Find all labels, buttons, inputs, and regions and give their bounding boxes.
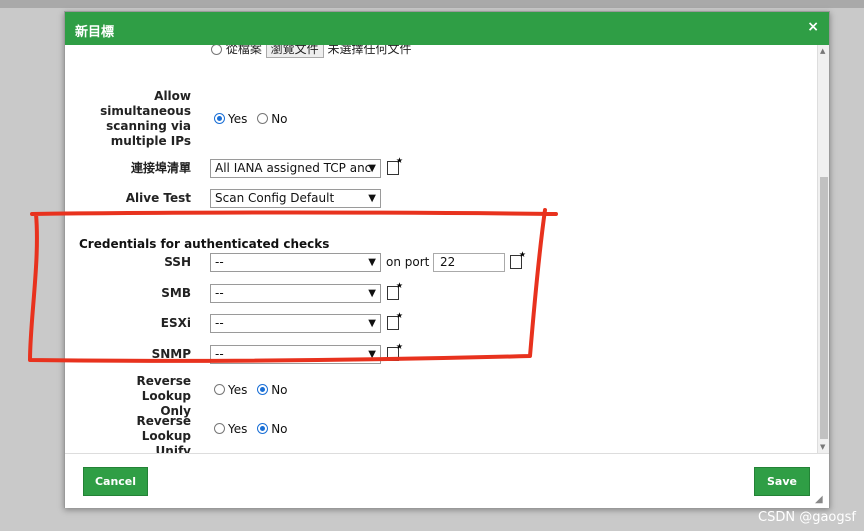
simultaneous-label-line: Allow (154, 89, 191, 103)
esxi-label: ESXi (160, 316, 191, 330)
scroll-up-icon[interactable]: ▲ (820, 47, 825, 55)
new-port-list-icon[interactable] (387, 156, 403, 175)
dropdown-arrow-icon: ▼ (368, 318, 376, 329)
scroll-down-icon[interactable]: ▼ (820, 443, 825, 451)
simultaneous-yes-option[interactable]: Yes (214, 111, 247, 126)
esxi-value: -- (215, 316, 224, 330)
new-esxi-credential-icon[interactable] (387, 311, 403, 330)
no-label: No (271, 111, 288, 126)
reverse-lookup-unify-label-line: Reverse Lookup (136, 414, 191, 443)
simultaneous-label-line: multiple IPs (110, 134, 191, 148)
ssh-label: SSH (164, 255, 191, 269)
dropdown-arrow-icon: ▼ (368, 193, 376, 204)
no-label: No (271, 421, 288, 436)
reverse-lookup-unify-yes-option[interactable]: Yes (214, 421, 247, 436)
new-target-dialog: 新目標 × 從檔案 瀏覽文件 未選擇任何文件 Allow simultaneou… (64, 11, 830, 508)
from-file-row: 從檔案 瀏覽文件 未選擇任何文件 (211, 45, 412, 58)
radio-icon[interactable] (214, 384, 225, 395)
dropdown-arrow-icon: ▼ (368, 349, 376, 360)
simultaneous-radio-group: Yes No (214, 111, 294, 126)
simultaneous-label: Allow simultaneous scanning via multiple… (85, 89, 191, 149)
simultaneous-label-line: scanning via (106, 119, 191, 133)
watermark: CSDN @gaogsf (758, 510, 856, 525)
from-file-label: 從檔案 (225, 45, 262, 56)
alive-test-select[interactable]: Scan Config Default ▼ (210, 189, 381, 208)
cancel-button[interactable]: Cancel (83, 467, 148, 496)
simultaneous-no-option[interactable]: No (257, 111, 288, 126)
smb-label: SMB (161, 286, 191, 300)
yes-label: Yes (228, 382, 248, 397)
reverse-lookup-only-yes-option[interactable]: Yes (214, 382, 247, 397)
radio-checked-icon[interactable] (257, 384, 269, 395)
yes-label: Yes (228, 111, 248, 126)
snmp-value: -- (215, 347, 224, 361)
radio-checked-icon[interactable] (214, 113, 225, 124)
reverse-lookup-unify-label-line: Unify (155, 444, 191, 453)
reverse-lookup-unify-no-option[interactable]: No (257, 421, 288, 436)
save-button[interactable]: Save (754, 467, 810, 496)
alive-test-value: Scan Config Default (215, 191, 335, 205)
new-ssh-credential-icon[interactable] (510, 250, 526, 269)
esxi-credential-select[interactable]: -- ▼ (210, 314, 381, 333)
port-list-select[interactable]: All IANA assigned TCP anc ▼ (210, 159, 381, 178)
port-list-value: All IANA assigned TCP anc (215, 161, 372, 175)
yes-label: Yes (228, 421, 248, 436)
simultaneous-label-line: simultaneous (100, 104, 191, 118)
no-label: No (271, 382, 288, 397)
ssh-credential-select[interactable]: -- ▼ (210, 253, 381, 272)
dialog-body[interactable]: 從檔案 瀏覽文件 未選擇任何文件 Allow simultaneous scan… (65, 45, 829, 453)
close-icon[interactable]: × (807, 19, 819, 35)
smb-credential-select[interactable]: -- ▼ (210, 284, 381, 303)
dropdown-arrow-icon: ▼ (368, 257, 376, 268)
port-list-label: 連接埠清單 (130, 161, 191, 175)
dropdown-arrow-icon: ▼ (368, 288, 376, 299)
scrollbar-thumb[interactable] (820, 177, 828, 439)
radio-icon[interactable] (214, 423, 225, 434)
no-file-text: 未選擇任何文件 (327, 45, 412, 56)
dialog-footer: Cancel Save ◢ (65, 453, 829, 508)
browse-file-button[interactable]: 瀏覽文件 (265, 45, 324, 58)
new-snmp-credential-icon[interactable] (387, 342, 403, 361)
reverse-lookup-only-radio-group: Yes No (214, 382, 294, 397)
new-smb-credential-icon[interactable] (387, 281, 403, 300)
reverse-lookup-only-no-option[interactable]: No (257, 382, 288, 397)
reverse-lookup-unify-label: Reverse Lookup Unify (85, 414, 191, 453)
ssh-value: -- (215, 255, 224, 269)
smb-value: -- (215, 286, 224, 300)
snmp-label: SNMP (151, 347, 191, 361)
dropdown-arrow-icon: ▼ (368, 163, 376, 174)
credentials-heading: Credentials for authenticated checks (79, 237, 330, 251)
alive-test-label: Alive Test (125, 191, 191, 205)
on-port-label: on port (386, 255, 430, 269)
dialog-titlebar: 新目標 × (65, 12, 829, 45)
radio-icon[interactable] (257, 113, 269, 124)
reverse-lookup-only-label: Reverse Lookup Only (85, 374, 191, 419)
page-backdrop (0, 0, 864, 8)
dialog-title: 新目標 (75, 25, 115, 40)
from-file-radio[interactable] (211, 45, 222, 55)
snmp-credential-select[interactable]: -- ▼ (210, 345, 381, 364)
vertical-scrollbar[interactable]: ▲ ▼ (817, 45, 829, 453)
resize-grip-icon[interactable]: ◢ (815, 494, 827, 506)
reverse-lookup-unify-radio-group: Yes No (214, 421, 294, 436)
reverse-lookup-only-label-line: Reverse Lookup (136, 374, 191, 403)
radio-checked-icon[interactable] (257, 423, 269, 434)
ssh-port-input[interactable]: 22 (433, 253, 505, 272)
